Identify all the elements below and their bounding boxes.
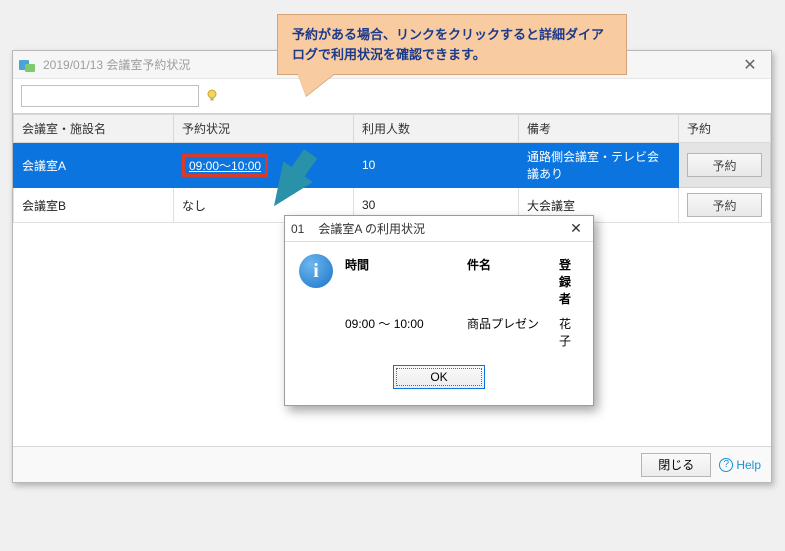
hint-bulb-icon[interactable] xyxy=(205,89,219,103)
reserve-button[interactable]: 予約 xyxy=(687,153,762,177)
dialog-values: 09:00 ～ 10:00 商品プレゼン 花子 xyxy=(345,315,579,349)
col-capacity: 利用人数 xyxy=(354,115,519,143)
help-label: Help xyxy=(736,458,761,472)
val-time: 09:00 ～ 10:00 xyxy=(345,315,449,349)
window-title: 2019/01/13 会議室予約状況 xyxy=(43,56,190,73)
dialog-close-icon[interactable]: ✕ xyxy=(565,220,587,238)
col-room: 会議室・施設名 xyxy=(14,115,174,143)
col-reserve: 予約 xyxy=(679,115,771,143)
reservation-grid: 会議室・施設名 予約状況 利用人数 備考 予約 会議室A 09:00～10:00… xyxy=(13,113,771,223)
cell-room: 会議室A xyxy=(14,143,174,188)
callout-tail-icon xyxy=(298,74,334,96)
annotation-text: 予約がある場合、リンクをクリックすると詳細ダイアログで利用状況を確認できます。 xyxy=(292,27,604,62)
cell-note: 通路側会議室・テレビ会議あり xyxy=(519,143,679,188)
cell-status: 09:00～10:00 xyxy=(174,143,354,188)
cell-reserve: 予約 xyxy=(679,143,771,188)
cell-room: 会議室B xyxy=(14,188,174,223)
cell-reserve: 予約 xyxy=(679,188,771,223)
dialog-title: 会議室A の利用状況 xyxy=(318,220,425,237)
footer-bar: 閉じる ? Help xyxy=(13,446,771,482)
reserve-button[interactable]: 予約 xyxy=(687,193,762,217)
cell-capacity: 10 xyxy=(354,143,519,188)
app-icon xyxy=(19,58,37,72)
reservation-link[interactable]: 09:00～10:00 xyxy=(189,159,261,173)
grid-header-row: 会議室・施設名 予約状況 利用人数 備考 予約 xyxy=(14,115,771,143)
detail-dialog: 01 会議室A の利用状況 ✕ i 時間 件名 登録者 09:00 ～ 10:0… xyxy=(284,215,594,406)
hdr-subject: 件名 xyxy=(467,256,537,307)
hdr-time: 時間 xyxy=(345,256,445,307)
ok-button[interactable]: OK xyxy=(393,365,485,389)
dialog-body: i 時間 件名 登録者 09:00 ～ 10:00 商品プレゼン 花子 OK xyxy=(285,242,593,405)
hdr-registrant: 登録者 xyxy=(559,256,579,307)
help-link[interactable]: ? Help xyxy=(719,458,761,472)
toolbar xyxy=(13,79,771,113)
annotation-callout: 予約がある場合、リンクをクリックすると詳細ダイアログで利用状況を確認できます。 xyxy=(277,14,627,75)
highlight-box: 09:00～10:00 xyxy=(182,154,268,177)
search-input[interactable] xyxy=(21,85,199,107)
val-subject: 商品プレゼン xyxy=(467,315,541,349)
close-icon[interactable]: ✕ xyxy=(735,55,765,75)
dialog-title-bar: 01 会議室A の利用状況 ✕ xyxy=(285,216,593,242)
col-note: 備考 xyxy=(519,115,679,143)
info-icon: i xyxy=(299,254,333,288)
dialog-title-prefix: 01 xyxy=(291,222,304,236)
close-button[interactable]: 閉じる xyxy=(641,453,711,477)
dialog-headers: 時間 件名 登録者 xyxy=(345,256,579,307)
help-icon: ? xyxy=(719,458,733,472)
col-status: 予約状況 xyxy=(174,115,354,143)
val-registrant: 花子 xyxy=(559,315,579,349)
table-row[interactable]: 会議室A 09:00～10:00 10 通路側会議室・テレビ会議あり 予約 xyxy=(14,143,771,188)
